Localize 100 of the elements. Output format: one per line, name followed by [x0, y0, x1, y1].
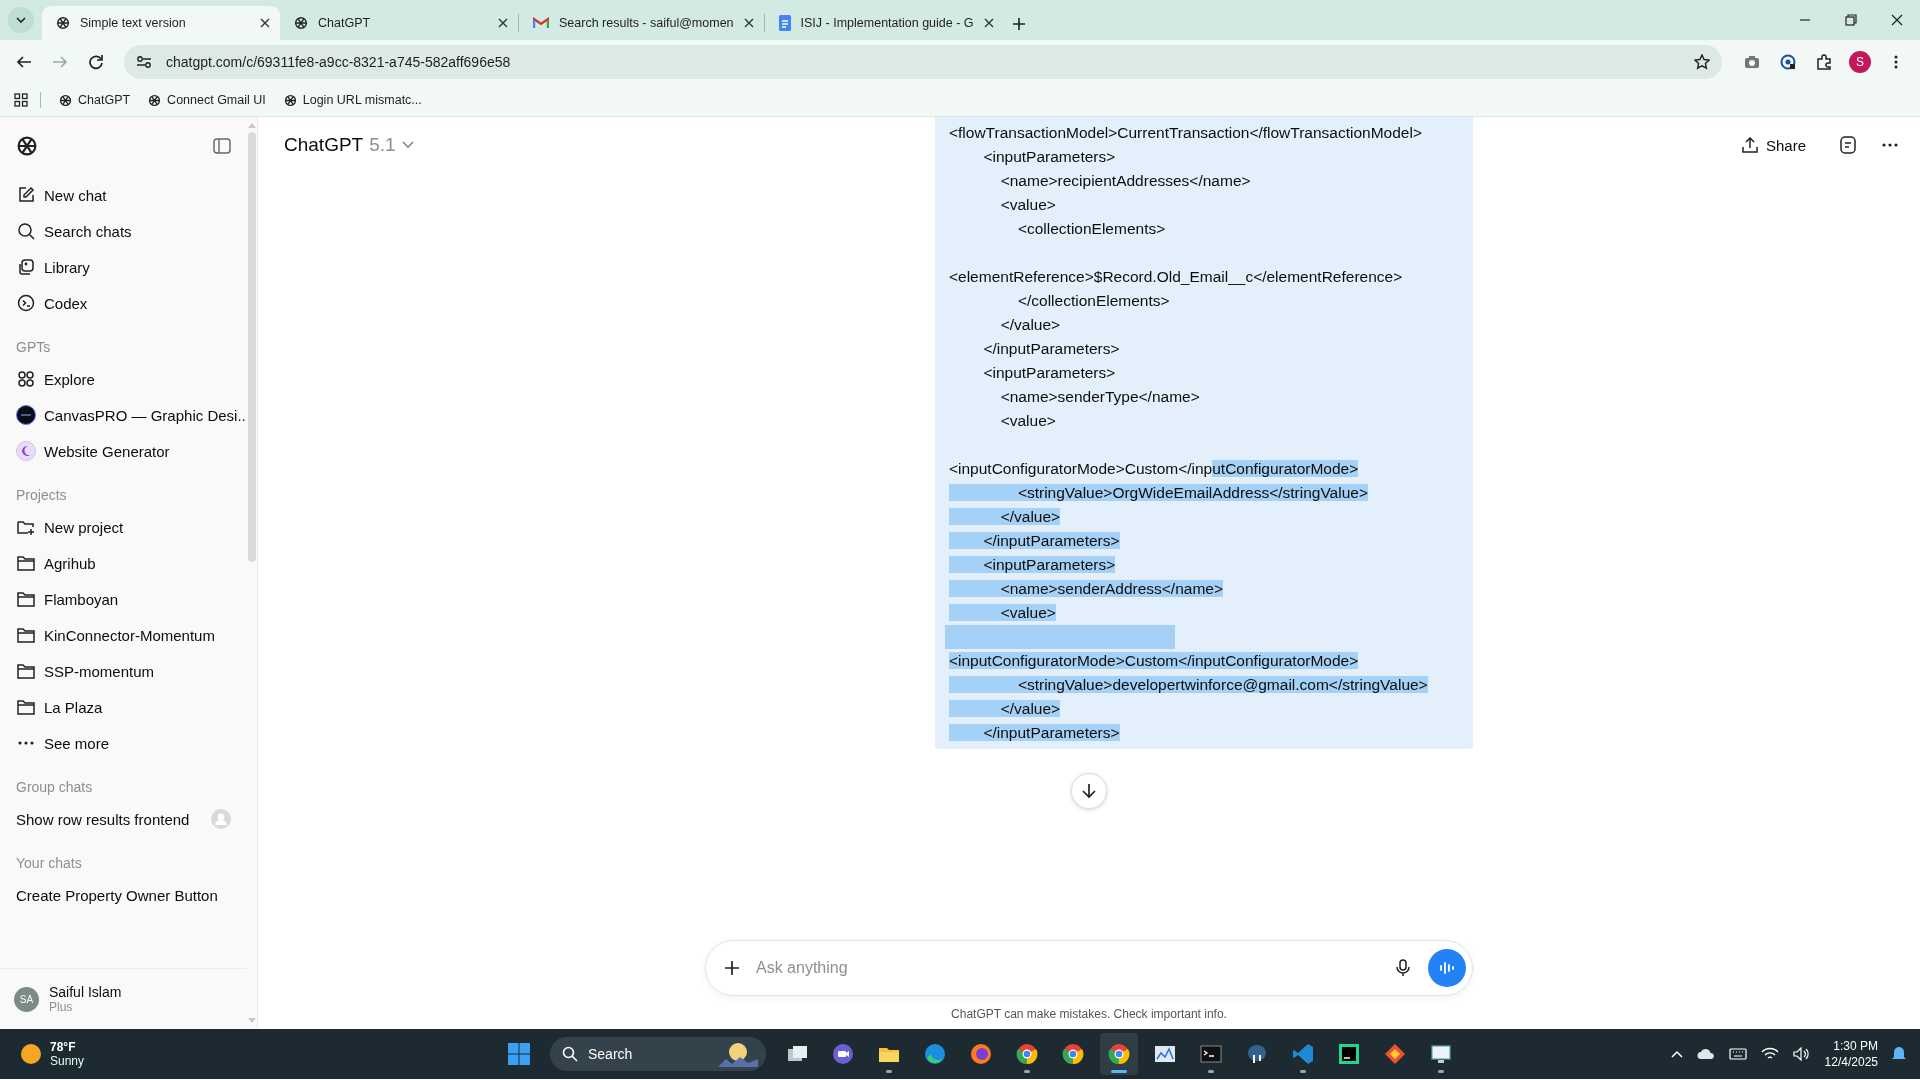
scrollbar-thumb[interactable]	[248, 132, 256, 562]
sidebar-item[interactable]: Website Generator	[6, 433, 241, 469]
sidebar-item[interactable]: Flamboyan	[6, 581, 241, 617]
address-bar[interactable]: chatgpt.com/c/69311fe8-a9cc-8321-a745-582aff696e58	[124, 45, 1722, 79]
tab-search-button[interactable]	[8, 7, 34, 33]
bookmark[interactable]: Connect Gmail UI	[148, 93, 266, 107]
taskbar-app[interactable]	[1100, 1033, 1138, 1075]
plan-label: Plus	[49, 1000, 74, 1014]
browser-tab[interactable]: Search results - saiful@momen	[519, 6, 764, 40]
disclaimer-text: ChatGPT can make mistakes. Check important info.	[951, 1006, 1227, 1023]
voice-button[interactable]	[1428, 949, 1466, 987]
code-line: <collectionElements>	[1016, 219, 1167, 239]
chrome-browser-icon	[1016, 1043, 1038, 1065]
microphone-icon[interactable]	[1396, 959, 1410, 977]
chrome-browser-icon	[1062, 1043, 1084, 1065]
document-icon	[778, 15, 791, 31]
sidebar-item[interactable]: Show row results frontend	[6, 801, 241, 837]
section-heading: GPTs	[15, 338, 52, 357]
chatgpt-logo-icon	[294, 16, 308, 30]
keyboard-icon[interactable]	[1728, 1048, 1747, 1060]
cloud-icon[interactable]	[1696, 1048, 1715, 1060]
folder-icon	[16, 626, 36, 644]
terminal-icon	[1200, 1043, 1222, 1065]
model-selector[interactable]: ChatGPT 5.1	[278, 130, 420, 160]
forward-icon	[52, 54, 68, 70]
mail-icon	[533, 17, 549, 29]
sidebar-item[interactable]: Explore	[6, 361, 241, 397]
code-line: <name>recipientAddresses</name>	[999, 171, 1252, 191]
sidebar-item[interactable]: Codex	[6, 285, 241, 321]
sidebar-item[interactable]: See more	[6, 725, 241, 761]
code-line: </collectionElements>	[1016, 291, 1171, 311]
sun-icon	[20, 1043, 42, 1065]
plus-icon[interactable]	[1011, 17, 1026, 31]
diamond-icon	[1384, 1043, 1406, 1065]
close-icon[interactable]	[498, 18, 508, 28]
edge-browser-icon	[924, 1043, 946, 1065]
chatgpt-logo-icon	[56, 16, 70, 30]
grid-icon	[17, 370, 35, 388]
puzzle-icon	[1816, 54, 1832, 70]
chrome-browser-icon	[1108, 1043, 1130, 1065]
scroll-down-button[interactable]	[1071, 773, 1107, 809]
sidebar-item[interactable]: Library	[6, 249, 241, 285]
chatgpt-logo-icon	[59, 93, 72, 107]
weather-widget[interactable]: 78°F Sunny	[0, 1040, 500, 1068]
user-name: Saiful Islam	[49, 984, 122, 1000]
sidebar-item[interactable]: SSP-momentum	[6, 653, 241, 689]
code-line: <name>senderAddress</name>	[949, 577, 1461, 601]
close-icon[interactable]	[983, 18, 994, 28]
code-line: </inputParameters>	[949, 721, 1461, 745]
profile-avatar[interactable]: S	[1849, 51, 1871, 73]
code-line: <name>senderType</name>	[999, 387, 1201, 407]
bookmark[interactable]: ChatGPT	[59, 93, 131, 107]
sidebar-item[interactable]: Agrihub	[6, 545, 241, 581]
code-line: <flowTransactionModel>CurrentTransaction</flowTransactionModel>	[949, 123, 1423, 143]
sidebar-toggle-icon[interactable]	[213, 138, 231, 154]
caret-icon	[16, 17, 26, 23]
apps-grid-icon[interactable]	[14, 93, 28, 107]
taskbar-search[interactable]: Search	[550, 1037, 766, 1071]
avatar-icon	[16, 441, 36, 461]
chevron-up-icon[interactable]	[1670, 1050, 1683, 1058]
close-icon[interactable]	[1891, 14, 1903, 26]
tab-title: ISIJ - Implementation guide - G	[800, 16, 974, 30]
search-icon	[17, 222, 35, 240]
clock[interactable]: 1:30 PM 12/4/2025	[1824, 1038, 1878, 1070]
sidebar-item[interactable]: La Plaza	[6, 689, 241, 725]
browser-tab[interactable]: Simple text version	[42, 6, 280, 40]
edit-icon	[17, 186, 35, 204]
close-icon[interactable]	[743, 18, 754, 28]
code-line: </value>	[999, 315, 1062, 335]
wifi-icon[interactable]	[1760, 1047, 1779, 1061]
more-icon[interactable]	[1882, 143, 1898, 147]
tab-title: Simple text version	[80, 16, 187, 30]
star-icon[interactable]	[1694, 54, 1710, 70]
browser-tab[interactable]: ChatGPT	[280, 6, 518, 40]
volume-icon[interactable]	[1792, 1047, 1811, 1061]
share-button[interactable]: Share	[1733, 130, 1814, 160]
sidebar-item[interactable]: Create Property Owner Button	[6, 877, 241, 913]
sound-wave-icon	[1439, 961, 1455, 975]
firefox-browser-icon	[970, 1043, 992, 1065]
sidebar-item[interactable]: New chat	[6, 177, 241, 213]
chart-window-icon	[1154, 1043, 1176, 1065]
sidebar-item[interactable]: New project	[6, 509, 241, 545]
close-icon[interactable]	[260, 18, 270, 28]
plus-icon[interactable]	[724, 960, 740, 976]
notification-bell-icon[interactable]	[1892, 1046, 1906, 1062]
folder-icon	[16, 662, 36, 680]
section-heading: Projects	[15, 486, 68, 505]
sidebar-item[interactable]: KinConnector-Momentum	[6, 617, 241, 653]
search-icon	[562, 1046, 578, 1062]
code-editor-icon	[1292, 1043, 1314, 1065]
extension-icon	[1780, 54, 1796, 70]
message-input[interactable]: Ask anything	[754, 958, 1382, 978]
restore-icon[interactable]	[1845, 14, 1857, 26]
sidebar-item[interactable]: Search chats	[6, 213, 241, 249]
site-settings-icon[interactable]	[136, 54, 152, 70]
bookmark[interactable]: Login URL mismatc...	[283, 93, 422, 107]
notes-icon[interactable]	[1840, 136, 1856, 154]
upload-icon	[1741, 137, 1758, 153]
browser-tab[interactable]: ISIJ - Implementation guide - G	[764, 6, 1004, 40]
code-line: <inputParameters>	[982, 363, 1117, 383]
